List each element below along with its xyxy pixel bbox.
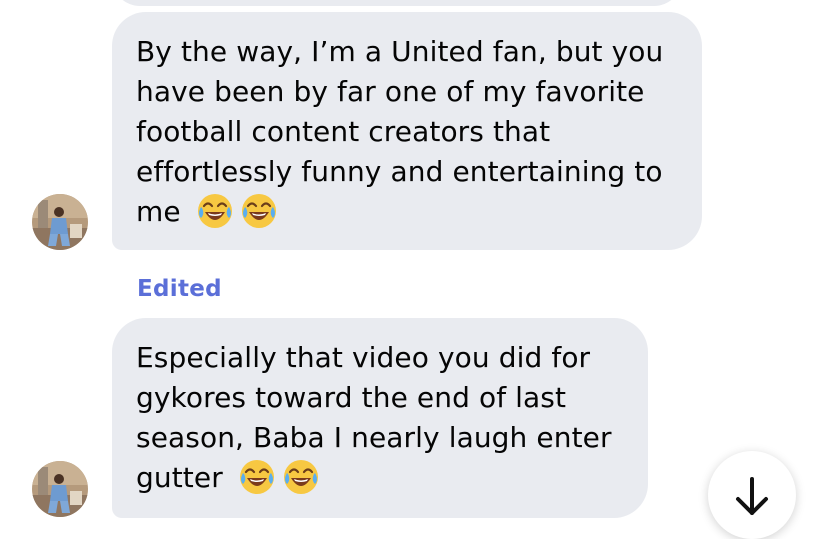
- avatar[interactable]: [32, 194, 88, 250]
- message-bubble[interactable]: By the way, I’m a United fan, but you ha…: [112, 12, 702, 250]
- previous-message-bubble[interactable]: [112, 0, 682, 6]
- edited-label: Edited: [137, 276, 222, 302]
- scroll-to-bottom-button[interactable]: [708, 451, 796, 539]
- message-bubble[interactable]: Especially that video you did for gykore…: [112, 318, 648, 518]
- face-with-tears-of-joy-icon: [240, 192, 278, 230]
- face-with-tears-of-joy-icon: [238, 458, 276, 496]
- face-with-tears-of-joy-icon: [282, 458, 320, 496]
- arrow-down-icon: [736, 477, 768, 515]
- avatar[interactable]: [32, 461, 88, 517]
- message-text: Especially that video you did for gykore…: [136, 341, 612, 494]
- face-with-tears-of-joy-icon: [196, 192, 234, 230]
